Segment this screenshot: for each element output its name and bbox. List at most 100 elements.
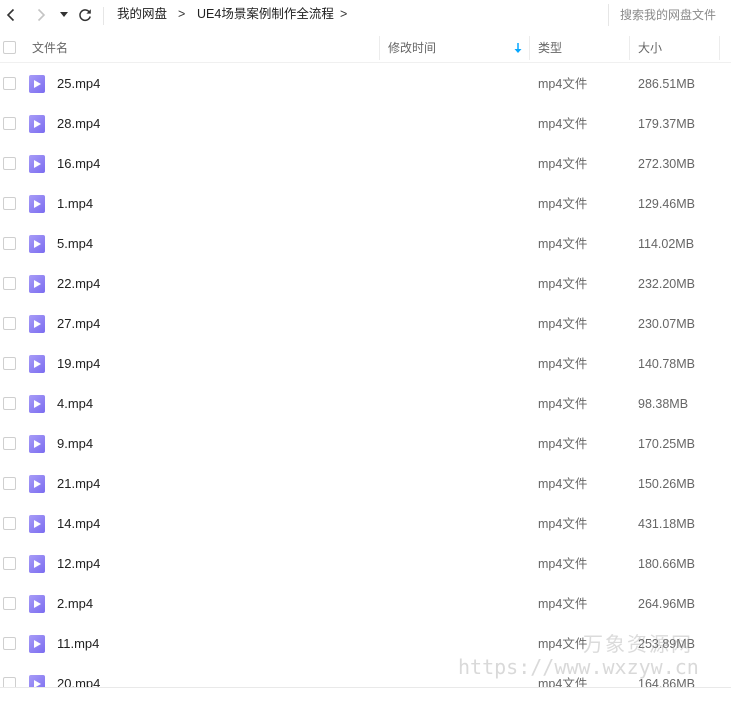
- file-size: 180.66MB: [638, 557, 695, 571]
- row-checkbox[interactable]: [3, 557, 16, 570]
- video-file-icon: [29, 395, 45, 413]
- file-size: 129.46MB: [638, 197, 695, 211]
- column-header-size[interactable]: 大小: [638, 33, 662, 63]
- search-input[interactable]: [620, 8, 730, 22]
- row-checkbox[interactable]: [3, 157, 16, 170]
- row-checkbox[interactable]: [3, 237, 16, 250]
- file-name[interactable]: 11.mp4: [57, 624, 99, 664]
- video-file-icon: [29, 75, 45, 93]
- file-name[interactable]: 22.mp4: [57, 264, 100, 304]
- row-checkbox[interactable]: [3, 477, 16, 490]
- file-name[interactable]: 28.mp4: [57, 104, 100, 144]
- file-size: 286.51MB: [638, 77, 695, 91]
- caret-down-icon: [60, 12, 68, 17]
- breadcrumb-current-folder[interactable]: UE4场景案例制作全流程: [197, 6, 334, 22]
- file-row[interactable]: 25.mp4 mp4文件 286.51MB: [0, 64, 731, 104]
- file-type: mp4文件: [538, 477, 588, 491]
- file-name[interactable]: 4.mp4: [57, 384, 93, 424]
- file-size: 140.78MB: [638, 357, 695, 371]
- file-size: 150.26MB: [638, 477, 695, 491]
- file-name[interactable]: 12.mp4: [57, 544, 100, 584]
- file-row[interactable]: 19.mp4 mp4文件 140.78MB: [0, 344, 731, 384]
- row-checkbox[interactable]: [3, 677, 16, 687]
- file-name[interactable]: 5.mp4: [57, 224, 93, 264]
- refresh-button[interactable]: [75, 5, 95, 25]
- row-checkbox[interactable]: [3, 517, 16, 530]
- file-row[interactable]: 22.mp4 mp4文件 232.20MB: [0, 264, 731, 304]
- column-divider[interactable]: [379, 36, 380, 60]
- video-file-icon: [29, 515, 45, 533]
- row-checkbox[interactable]: [3, 77, 16, 90]
- file-row[interactable]: 12.mp4 mp4文件 180.66MB: [0, 544, 731, 584]
- file-size: 170.25MB: [638, 437, 695, 451]
- row-checkbox[interactable]: [3, 197, 16, 210]
- file-name[interactable]: 16.mp4: [57, 144, 100, 184]
- column-header-modified[interactable]: 修改时间: [388, 33, 436, 63]
- file-row[interactable]: 14.mp4 mp4文件 431.18MB: [0, 504, 731, 544]
- file-row[interactable]: 16.mp4 mp4文件 272.30MB: [0, 144, 731, 184]
- file-type: mp4文件: [538, 117, 588, 131]
- select-all-checkbox[interactable]: [3, 41, 16, 54]
- video-file-icon: [29, 675, 45, 687]
- breadcrumb-separator: >: [178, 7, 186, 21]
- file-list-header: 文件名 修改时间 类型 大小: [0, 33, 731, 63]
- sort-down-arrow-icon[interactable]: [513, 42, 523, 54]
- file-row[interactable]: 4.mp4 mp4文件 98.38MB: [0, 384, 731, 424]
- back-button[interactable]: [1, 5, 21, 25]
- row-checkbox[interactable]: [3, 397, 16, 410]
- file-size: 232.20MB: [638, 277, 695, 291]
- video-file-icon: [29, 235, 45, 253]
- file-name[interactable]: 27.mp4: [57, 304, 100, 344]
- row-checkbox[interactable]: [3, 357, 16, 370]
- video-file-icon: [29, 275, 45, 293]
- history-dropdown-button[interactable]: [55, 5, 73, 25]
- column-header-type[interactable]: 类型: [538, 33, 562, 63]
- breadcrumb-separator: >: [340, 7, 348, 21]
- file-size: 431.18MB: [638, 517, 695, 531]
- file-size: 98.38MB: [638, 397, 689, 411]
- video-file-icon: [29, 595, 45, 613]
- file-list: 25.mp4 mp4文件 286.51MB 28.mp4 mp4文件 179.37MB 16…: [0, 64, 731, 687]
- file-size: 264.96MB: [638, 597, 695, 611]
- row-checkbox[interactable]: [3, 117, 16, 130]
- toolbar-divider: [103, 7, 104, 25]
- file-row[interactable]: 1.mp4 mp4文件 129.46MB: [0, 184, 731, 224]
- column-divider[interactable]: [529, 36, 530, 60]
- file-name[interactable]: 19.mp4: [57, 344, 100, 384]
- video-file-icon: [29, 315, 45, 333]
- file-row[interactable]: 5.mp4 mp4文件 114.02MB: [0, 224, 731, 264]
- breadcrumb-root[interactable]: 我的网盘: [117, 6, 167, 22]
- row-checkbox[interactable]: [3, 317, 16, 330]
- row-checkbox[interactable]: [3, 597, 16, 610]
- file-name[interactable]: 25.mp4: [57, 64, 100, 104]
- watermark-text: 万象资源网: [583, 632, 693, 656]
- file-type: mp4文件: [538, 597, 588, 611]
- file-type: mp4文件: [538, 157, 588, 171]
- column-divider[interactable]: [629, 36, 630, 60]
- file-name[interactable]: 21.mp4: [57, 464, 100, 504]
- toolbar: 我的网盘 > UE4场景案例制作全流程 >: [0, 0, 731, 31]
- file-type: mp4文件: [538, 557, 588, 571]
- file-row[interactable]: 2.mp4 mp4文件 264.96MB: [0, 584, 731, 624]
- row-checkbox[interactable]: [3, 437, 16, 450]
- search-box[interactable]: [608, 4, 731, 26]
- file-name[interactable]: 2.mp4: [57, 584, 93, 624]
- file-row[interactable]: 21.mp4 mp4文件 150.26MB: [0, 464, 731, 504]
- watermark-url: https://www.wxzyw.cn: [458, 655, 699, 679]
- video-file-icon: [29, 475, 45, 493]
- row-checkbox[interactable]: [3, 637, 16, 650]
- column-header-name[interactable]: 文件名: [32, 33, 68, 63]
- video-file-icon: [29, 355, 45, 373]
- file-row[interactable]: 9.mp4 mp4文件 170.25MB: [0, 424, 731, 464]
- file-row[interactable]: 27.mp4 mp4文件 230.07MB: [0, 304, 731, 344]
- row-checkbox[interactable]: [3, 277, 16, 290]
- file-name[interactable]: 1.mp4: [57, 184, 93, 224]
- file-name[interactable]: 20.mp4: [57, 664, 100, 687]
- file-name[interactable]: 14.mp4: [57, 504, 100, 544]
- column-divider[interactable]: [719, 36, 720, 60]
- file-row[interactable]: 28.mp4 mp4文件 179.37MB: [0, 104, 731, 144]
- file-name[interactable]: 9.mp4: [57, 424, 93, 464]
- forward-button[interactable]: [31, 5, 51, 25]
- file-type: mp4文件: [538, 237, 588, 251]
- file-size: 230.07MB: [638, 317, 695, 331]
